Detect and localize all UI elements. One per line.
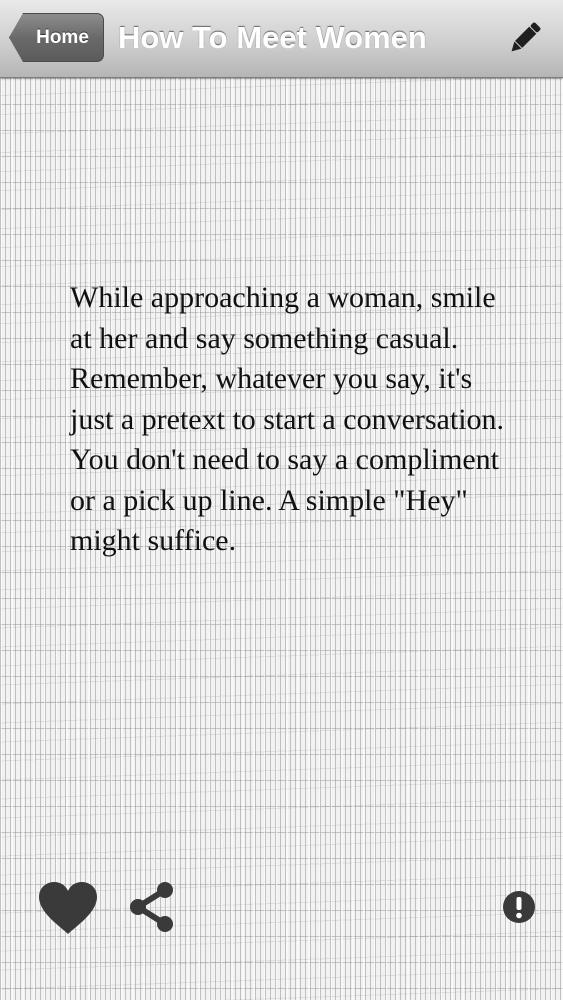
- app-screen: Home How To Meet Women While approaching…: [0, 0, 563, 1000]
- share-icon: [130, 882, 173, 932]
- exclamation-icon: [503, 891, 535, 923]
- heart-icon: [39, 882, 97, 934]
- tip-text: While approaching a woman, smile at her …: [70, 281, 505, 557]
- home-back-button-label: Home: [36, 26, 89, 48]
- page-title: How To Meet Women: [118, 20, 427, 55]
- favorite-button[interactable]: [37, 880, 99, 936]
- pencil-icon: [511, 22, 541, 52]
- edit-button[interactable]: [505, 18, 545, 58]
- home-back-button[interactable]: Home: [9, 13, 104, 62]
- info-button[interactable]: [502, 890, 536, 924]
- navigation-bar: Home How To Meet Women: [0, 0, 563, 78]
- share-button[interactable]: [127, 880, 177, 934]
